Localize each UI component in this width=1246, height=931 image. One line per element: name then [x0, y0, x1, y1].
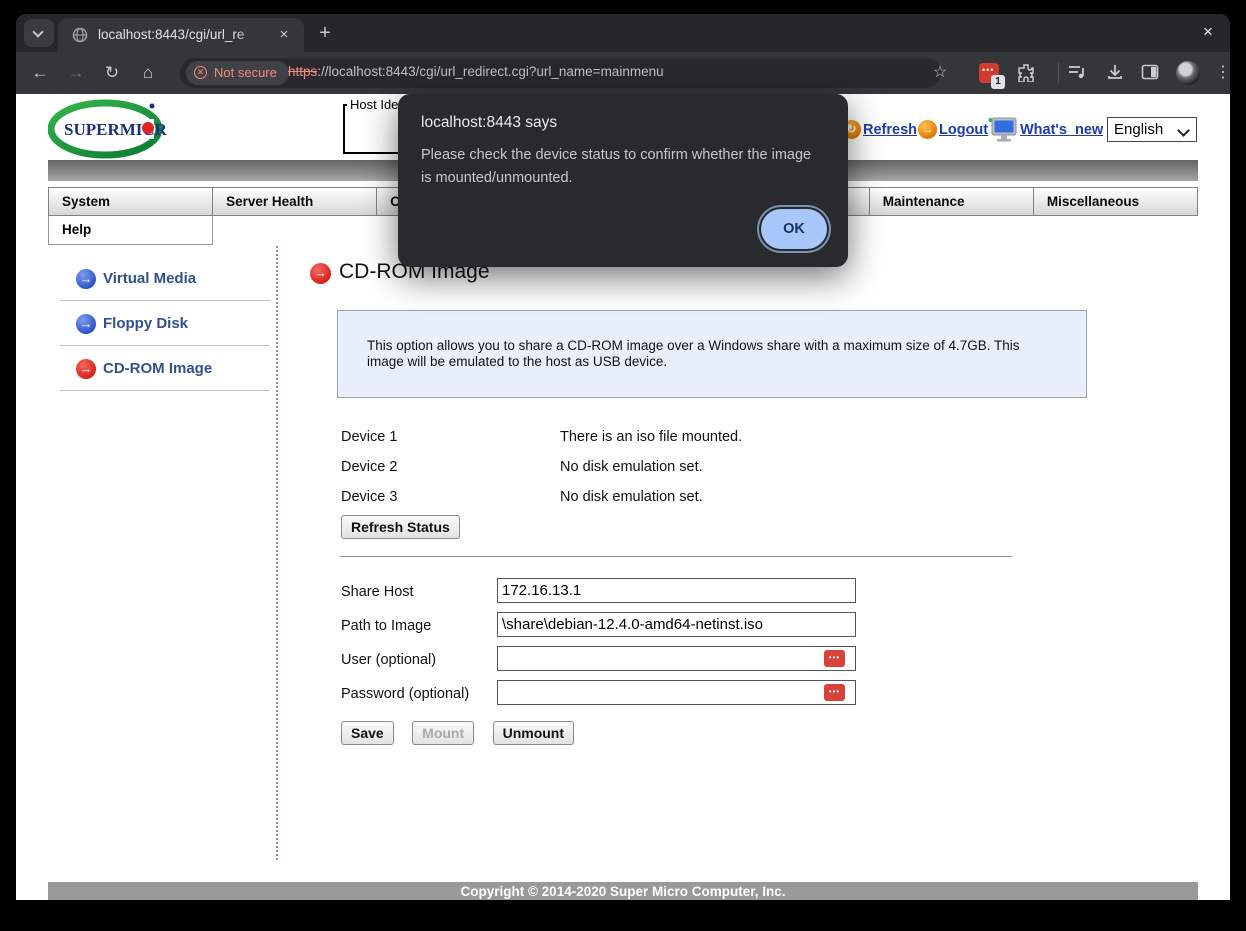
share-host-label: Share Host [341, 584, 414, 600]
not-secure-icon: ✕ [194, 66, 207, 79]
sidebar-item-cdrom-image[interactable]: → CD-ROM Image [60, 347, 270, 391]
browser-tab[interactable]: localhost:8443/cgi/url_re × [58, 18, 304, 52]
url-text: https://localhost:8443/cgi/url_redirect.… [288, 64, 664, 79]
toolbar-separator [1058, 63, 1059, 83]
password-input[interactable] [497, 680, 856, 705]
footer-copyright: Copyright © 2014-2020 Super Micro Comput… [48, 882, 1198, 900]
password-manager-field-icon[interactable]: ••• [824, 684, 845, 701]
password-manager-field-icon[interactable]: ••• [824, 650, 845, 667]
alert-message: Please check the device status to confir… [421, 144, 821, 190]
share-host-input[interactable] [497, 578, 856, 603]
tab-title: localhost:8443/cgi/url_re [98, 27, 268, 42]
sidebar-item-virtual-media[interactable]: → Virtual Media [60, 257, 270, 301]
menu-item-system[interactable]: System [48, 187, 213, 216]
profile-avatar[interactable] [1176, 61, 1200, 85]
password-label: Password (optional) [341, 686, 469, 702]
forward-button[interactable]: → [62, 59, 90, 87]
reload-button[interactable]: ↻ [98, 59, 126, 87]
device-2-label: Device 2 [341, 459, 397, 475]
info-box: This option allows you to share a CD-ROM… [337, 310, 1087, 398]
sidebar-item-label: Virtual Media [103, 270, 196, 287]
user-label: User (optional) [341, 652, 436, 668]
form-actions: Save Mount Unmount [341, 721, 588, 745]
device-3-label: Device 3 [341, 489, 397, 505]
device-2-status: No disk emulation set. [560, 459, 703, 475]
browser-menu-icon[interactable]: ⋮ [1212, 62, 1234, 84]
arrow-circle-icon-active: → [76, 359, 96, 379]
sidebar-item-floppy-disk[interactable]: → Floppy Disk [60, 302, 270, 346]
unmount-button[interactable]: Unmount [493, 721, 574, 745]
alert-dialog: localhost:8443 says Please check the dev… [398, 94, 848, 267]
browser-toolbar: ← → ↻ ⌂ ✕ Not secure https://localhost:8… [16, 52, 1230, 94]
back-button[interactable]: ← [26, 59, 54, 87]
supermicro-logo: SUPERMICR [48, 98, 168, 160]
logout-icon[interactable]: → [918, 120, 937, 139]
logout-link[interactable]: Logout [939, 122, 988, 138]
whats-new-link[interactable]: What's_new [1020, 122, 1103, 138]
new-tab-button[interactable]: + [312, 21, 338, 47]
tab-strip: localhost:8443/cgi/url_re × + × [16, 14, 1230, 52]
refresh-status-button[interactable]: Refresh Status [341, 515, 460, 539]
sidebar-divider [276, 246, 278, 860]
sidebar-item-label: Floppy Disk [103, 315, 188, 332]
sidebar-item-label: CD-ROM Image [103, 360, 212, 377]
menu-item-server-health[interactable]: Server Health [213, 187, 377, 216]
save-button[interactable]: Save [341, 721, 394, 745]
tab-search-button[interactable] [24, 19, 54, 47]
mount-button[interactable]: Mount [412, 721, 474, 745]
url-scheme: https [288, 64, 317, 79]
bookmark-star-icon[interactable]: ☆ [929, 62, 951, 84]
path-to-image-label: Path to Image [341, 618, 431, 634]
section-divider [340, 556, 1012, 557]
side-panel-icon[interactable] [1140, 62, 1162, 84]
media-controls-icon[interactable] [1067, 62, 1089, 84]
user-input[interactable] [497, 646, 856, 671]
menu-item-maintenance[interactable]: Maintenance [870, 187, 1034, 216]
arrow-circle-icon: → [76, 314, 96, 334]
url-rest: ://localhost:8443/cgi/url_redirect.cgi?u… [317, 64, 663, 79]
address-bar[interactable]: ✕ Not secure https://localhost:8443/cgi/… [180, 58, 941, 88]
alert-title: localhost:8443 says [421, 114, 557, 132]
menu-item-miscellaneous[interactable]: Miscellaneous [1034, 187, 1198, 216]
whats-new-monitor-icon [988, 116, 1018, 143]
device-1-status: There is an iso file mounted. [560, 429, 742, 445]
menu-item-help[interactable]: Help [48, 216, 213, 245]
device-1-label: Device 1 [341, 429, 397, 445]
device-3-status: No disk emulation set. [560, 489, 703, 505]
not-secure-label: Not secure [214, 65, 277, 80]
language-select[interactable]: English [1107, 117, 1197, 142]
info-text: This option allows you to share a CD-ROM… [367, 338, 1042, 369]
chevron-down-icon [32, 26, 43, 37]
page-title-icon: → [310, 263, 331, 284]
downloads-icon[interactable] [1105, 62, 1127, 84]
globe-icon [72, 27, 88, 43]
extensions-puzzle-icon[interactable] [1016, 62, 1038, 84]
path-to-image-input[interactable] [497, 612, 856, 637]
tab-close-icon[interactable]: × [274, 25, 294, 45]
alert-ok-button[interactable]: OK [761, 209, 827, 249]
arrow-circle-icon: → [76, 269, 96, 289]
refresh-link[interactable]: Refresh [863, 122, 917, 138]
home-button[interactable]: ⌂ [134, 59, 162, 87]
window-close-icon[interactable]: × [1194, 18, 1222, 46]
extension-badge: 1 [991, 75, 1005, 89]
not-secure-badge[interactable]: ✕ Not secure [186, 61, 289, 85]
browser-window: localhost:8443/cgi/url_re × + × ← → ↻ ⌂ … [0, 0, 1246, 931]
